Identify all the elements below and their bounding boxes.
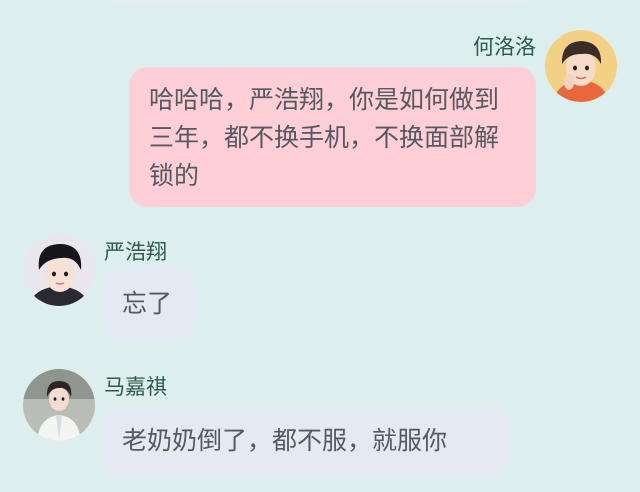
previous-message-bubble[interactable] xyxy=(110,0,530,4)
avatar-boy-portrait-icon xyxy=(23,234,95,306)
avatar[interactable] xyxy=(545,30,617,102)
avatar[interactable] xyxy=(23,234,95,306)
message-text: 忘了 xyxy=(122,289,173,318)
avatar-boy-portrait-icon xyxy=(545,30,617,102)
sender-name: 何洛洛 xyxy=(473,35,536,59)
message-bubble[interactable]: 老奶奶倒了，都不服，就服你 xyxy=(103,405,509,477)
chat-thread[interactable]: 何洛洛 哈哈哈，严浩翔，你是如何做到三年，都不换手机，不换面部解锁的 严浩翔 忘 xyxy=(0,0,640,492)
sender-name: 马嘉祺 xyxy=(104,375,167,399)
avatar-boy-portrait-icon xyxy=(23,369,95,441)
avatar[interactable] xyxy=(23,369,95,441)
message-text: 老奶奶倒了，都不服，就服你 xyxy=(122,426,448,455)
message-bubble[interactable]: 忘了 xyxy=(103,268,195,341)
sender-name: 严浩翔 xyxy=(104,240,167,264)
message-bubble[interactable]: 哈哈哈，严浩翔，你是如何做到三年，都不换手机，不换面部解锁的 xyxy=(129,67,536,207)
message-text: 哈哈哈，严浩翔，你是如何做到三年，都不换手机，不换面部解锁的 xyxy=(149,85,500,190)
